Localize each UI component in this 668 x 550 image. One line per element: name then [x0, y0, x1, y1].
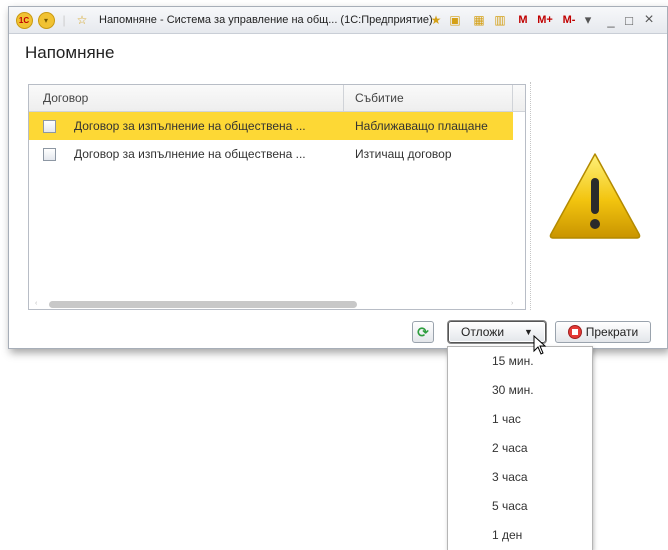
stop-icon [567, 325, 582, 339]
favorite-star-icon[interactable]: ☆ [73, 7, 91, 33]
refresh-button[interactable]: ⟳ [412, 321, 434, 343]
stop-button[interactable]: Прекрати [555, 321, 651, 343]
main-menu-button[interactable]: ▾ [37, 7, 55, 33]
menu-item[interactable]: 5 часа [448, 492, 592, 521]
memory-minus-button[interactable]: M- [559, 7, 579, 33]
postpone-dropdown-menu: 15 мин. 30 мин. 1 час 2 часа 3 часа 5 ча… [447, 346, 593, 550]
titlebar-divider: | [62, 13, 66, 27]
close-button[interactable]: × [641, 7, 657, 33]
event-cell: Наближаващо плащане [355, 119, 488, 133]
minimize-button[interactable]: _ [603, 7, 619, 33]
warning-icon [547, 150, 643, 245]
table-row[interactable]: Договор за изпълнение на обществена ... … [29, 112, 513, 140]
row-checkbox[interactable] [43, 148, 56, 161]
contract-cell: Договор за изпълнение на обществена ... [74, 147, 306, 161]
scroll-left-arrow[interactable]: ‹ [35, 300, 37, 307]
horizontal-scrollbar[interactable] [49, 301, 357, 308]
refresh-icon: ⟳ [417, 323, 429, 340]
reminders-table[interactable]: Договор Събитие Договор за изпълнение на… [28, 84, 526, 310]
contract-cell: Договор за изпълнение на обществена ... [74, 119, 306, 133]
window-title: Напомняне - Система за управление на общ… [99, 14, 433, 26]
column-separator[interactable] [343, 85, 344, 111]
postpone-button[interactable]: Отложи ▼ [448, 321, 546, 343]
column-header-event[interactable]: Събитие [355, 85, 404, 111]
app-logo[interactable]: 1С [15, 7, 33, 33]
page-title: Напомняне [25, 43, 115, 62]
title-bar: 1С ▾ | ☆ Напомняне - Система за управлен… [9, 7, 667, 34]
table-header: Договор Събитие [29, 85, 525, 112]
column-separator[interactable] [512, 85, 513, 111]
chevron-down-icon: ▼ [524, 327, 533, 337]
history-icon[interactable]: ▣ [446, 7, 464, 33]
memory-plus-button[interactable]: M+ [535, 7, 555, 33]
add-favorite-icon[interactable]: ★ [427, 7, 445, 33]
memory-button[interactable]: M [515, 7, 531, 33]
panel-divider [530, 82, 531, 310]
menu-item[interactable]: 3 часа [448, 463, 592, 492]
more-dropdown-icon[interactable]: ▾ [581, 7, 595, 33]
chevron-down-icon: ▾ [37, 11, 55, 29]
mouse-cursor-icon [533, 334, 547, 358]
calendar-icon[interactable]: ▥ [491, 7, 509, 33]
column-header-contract[interactable]: Договор [43, 85, 88, 111]
reminder-window: 1С ▾ | ☆ Напомняне - Система за управлен… [8, 6, 668, 349]
stop-label: Прекрати [585, 325, 639, 339]
row-checkbox[interactable] [43, 120, 56, 133]
maximize-button[interactable]: □ [621, 7, 637, 33]
menu-item[interactable]: 15 мин. [448, 347, 592, 376]
scroll-right-arrow[interactable]: › [511, 300, 513, 307]
event-cell: Изтичащ договор [355, 147, 452, 161]
table-row[interactable]: Договор за изпълнение на обществена ... … [29, 140, 513, 168]
postpone-label: Отложи [461, 325, 505, 339]
menu-item[interactable]: 2 часа [448, 434, 592, 463]
calculator-icon[interactable]: ▦ [470, 7, 488, 33]
app-logo-icon: 1С [15, 11, 33, 29]
menu-item[interactable]: 1 ден [448, 521, 592, 550]
menu-item[interactable]: 1 час [448, 405, 592, 434]
menu-item[interactable]: 30 мин. [448, 376, 592, 405]
